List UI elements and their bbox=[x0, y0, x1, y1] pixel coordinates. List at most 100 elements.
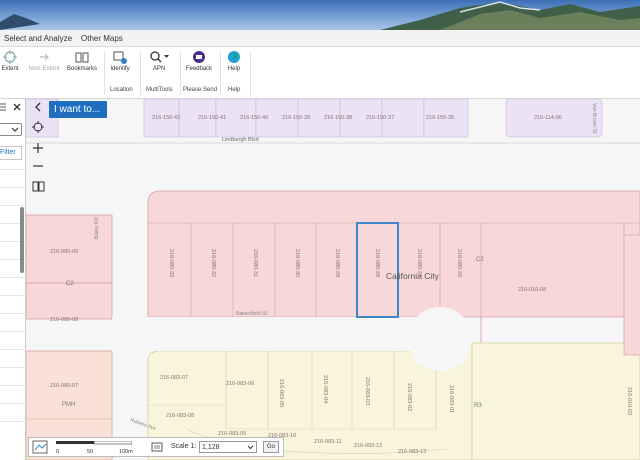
scale-select[interactable]: 1,128 bbox=[199, 441, 257, 453]
parcel-label: 216-150-40 bbox=[240, 115, 268, 121]
panel-row-divider bbox=[0, 403, 26, 404]
parcel-label: 216-080-32 bbox=[210, 249, 216, 277]
help-icon bbox=[228, 51, 240, 63]
panel-row-divider bbox=[0, 349, 26, 350]
legend-button[interactable] bbox=[28, 180, 48, 198]
parcel-label: 216-083-11 bbox=[314, 439, 342, 445]
parcel-label: 216-083-05 bbox=[278, 379, 284, 407]
zoom-in-button[interactable] bbox=[28, 142, 48, 160]
parcel-label: 216-150-37 bbox=[366, 115, 394, 121]
ribbon-separator bbox=[250, 51, 251, 95]
extent-label: Extent bbox=[1, 66, 19, 72]
identify-label: Identify bbox=[110, 66, 130, 72]
identify-icon bbox=[113, 51, 127, 64]
menu-other-maps[interactable]: Other Maps bbox=[81, 34, 123, 43]
feedback-label: Feedback bbox=[185, 66, 213, 72]
scale-toolbar: 0 50 100m Scale 1: 1,128 Go bbox=[28, 437, 284, 457]
header-banner bbox=[0, 0, 640, 30]
book-icon bbox=[75, 52, 89, 63]
book-icon bbox=[32, 181, 44, 192]
locate-button[interactable] bbox=[28, 121, 48, 139]
parcel-label: 216-080-28 bbox=[374, 249, 380, 277]
parcel-map[interactable]: California City Lindbergh Blvd Bakersfie… bbox=[26, 99, 640, 460]
next-extent-icon bbox=[40, 53, 49, 61]
minus-icon bbox=[33, 165, 43, 167]
street-bakersfield: Bakersfield St bbox=[236, 311, 267, 317]
scale-tick: 50 bbox=[87, 449, 94, 455]
panel-row-divider bbox=[0, 331, 26, 332]
extent-button[interactable]: Extent bbox=[0, 50, 28, 72]
parcel-label: 216-080-07 bbox=[50, 383, 78, 389]
parcel-label: 216-083-13 bbox=[398, 449, 426, 455]
group-help: Help bbox=[228, 87, 241, 93]
panel-row-divider bbox=[0, 205, 26, 206]
scale-label: Scale 1: bbox=[171, 443, 197, 450]
zone-label: PMH bbox=[62, 402, 75, 408]
parcel-label: 216-010-08 bbox=[518, 287, 546, 293]
panel-row-divider bbox=[0, 295, 26, 296]
next-extent-button[interactable]: Next Extent bbox=[26, 50, 62, 72]
search-icon bbox=[150, 51, 169, 63]
zone-label: C2 bbox=[476, 257, 484, 263]
i-want-to-button[interactable]: I want to... bbox=[49, 101, 107, 118]
group-location: Location bbox=[110, 87, 133, 93]
menu-bar: Select and Analyze Other Maps bbox=[0, 30, 640, 47]
feedback-button[interactable]: Feedback bbox=[181, 50, 217, 72]
scale-tick: 0 bbox=[56, 449, 60, 455]
feedback-icon bbox=[193, 51, 205, 63]
street-bailey: Bailey Rd bbox=[94, 217, 100, 239]
parcel-label: 216-080-26 bbox=[456, 249, 462, 277]
city-label: California City bbox=[386, 271, 440, 281]
help-button[interactable]: Help bbox=[216, 50, 252, 72]
map-view[interactable]: California City Lindbergh Blvd Bakersfie… bbox=[26, 99, 640, 460]
parcel-label: 216-083-08 bbox=[166, 413, 194, 419]
group-multitools: MultiTools bbox=[146, 87, 173, 93]
collapse-panel-button[interactable] bbox=[28, 100, 48, 118]
panel-row-divider bbox=[0, 187, 26, 188]
parcel-label: 216-083-04 bbox=[322, 375, 328, 403]
panel-row-divider bbox=[0, 367, 26, 368]
bookmarks-label: Bookmarks bbox=[66, 66, 97, 72]
panel-scrollbar[interactable] bbox=[20, 207, 24, 273]
chevron-down-icon bbox=[247, 445, 254, 450]
street-brown: Van Brown St bbox=[591, 103, 597, 134]
parcel-label: 216-080-33 bbox=[168, 249, 174, 277]
parcel-label: 216-010-02 bbox=[626, 387, 632, 415]
go-button[interactable]: Go bbox=[263, 441, 279, 453]
zone-label: R3 bbox=[474, 403, 482, 409]
parcel-label: 216-083-02 bbox=[406, 383, 412, 411]
pin-icon bbox=[0, 103, 6, 111]
parcel-label: 216-150-39 bbox=[282, 115, 310, 121]
panel-row-divider bbox=[0, 169, 26, 170]
menu-select-analyze[interactable]: Select and Analyze bbox=[4, 34, 72, 43]
apn-label: APN bbox=[152, 66, 166, 72]
parcel-label: 216-114-06 bbox=[534, 115, 562, 121]
panel-row-divider bbox=[0, 277, 26, 278]
group-please-send: Please Send bbox=[183, 87, 218, 93]
print-icon[interactable] bbox=[151, 441, 163, 453]
crosshair-icon bbox=[32, 121, 44, 133]
parcel-label: 216-083-12 bbox=[354, 443, 382, 449]
chevron-down-icon bbox=[11, 127, 19, 132]
parcel-label: 216-080-09 bbox=[50, 249, 78, 255]
parcel-label: 216-080-08 bbox=[50, 317, 78, 323]
parcel-label: 216-080-27 bbox=[416, 249, 422, 277]
panel-row-divider bbox=[0, 385, 26, 386]
scale-bar bbox=[56, 441, 132, 445]
parcel-label: 216-150-36 bbox=[426, 115, 454, 121]
zoom-out-button[interactable] bbox=[28, 160, 48, 178]
overview-map-icon[interactable] bbox=[32, 440, 48, 454]
zone-label: C2 bbox=[66, 281, 74, 287]
next-extent-label: Next Extent bbox=[28, 66, 60, 72]
scale-value: 1,128 bbox=[202, 444, 220, 451]
parcel-label: 216-083-01 bbox=[448, 385, 454, 413]
chevron-left-icon bbox=[35, 102, 41, 112]
bookmarks-button[interactable]: Bookmarks bbox=[64, 50, 100, 72]
apn-button[interactable]: APN bbox=[141, 50, 177, 72]
street-lindbergh: Lindbergh Blvd bbox=[222, 137, 259, 143]
panel-dropdown[interactable] bbox=[0, 123, 22, 136]
identify-button[interactable]: Identify bbox=[102, 50, 138, 72]
filter-button[interactable]: Filter bbox=[0, 146, 22, 160]
parcel-label: 216-080-30 bbox=[294, 249, 300, 277]
zoom-extent-icon bbox=[3, 50, 17, 64]
